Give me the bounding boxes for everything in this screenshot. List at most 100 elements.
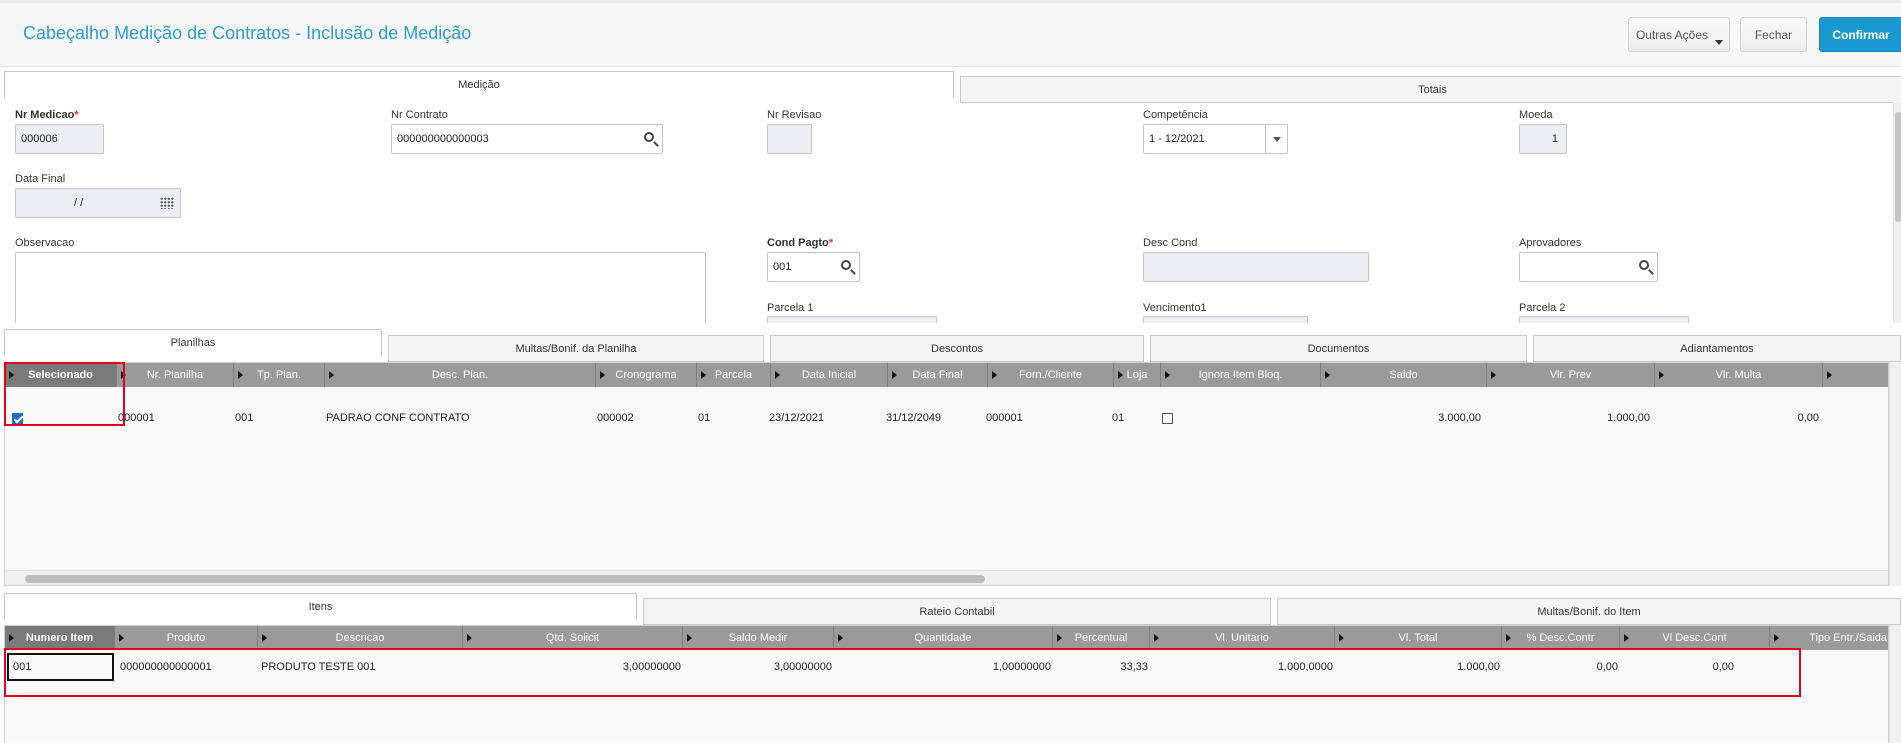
col-vl-unitario[interactable]: Vl. Unitario [1150, 626, 1335, 650]
col-desc-contr[interactable]: % Desc.Contr [1502, 626, 1620, 650]
col-parcela[interactable]: Parcela [697, 363, 771, 387]
desc-cond-field[interactable] [1143, 252, 1369, 282]
fechar-button[interactable]: Fechar [1740, 17, 1807, 52]
cond-pagto-label-text: Cond Pagto [767, 237, 829, 249]
sort-arrow-icon [1774, 634, 1779, 642]
tab-documentos[interactable]: Documentos [1150, 335, 1527, 362]
col-label: Vlr. Prev [1549, 369, 1592, 381]
vencimento1-field[interactable] [1143, 316, 1308, 323]
parcela1-label: Parcela 1 [767, 302, 814, 314]
tab-rateio-contabil[interactable]: Rateio Contabil [643, 598, 1271, 625]
search-icon[interactable] [1639, 260, 1649, 270]
highlight-selecionado [4, 362, 125, 426]
planilhas-hscroll-thumb[interactable] [25, 575, 985, 583]
col-vl-total[interactable]: Vl. Total [1335, 626, 1502, 650]
sort-arrow-icon [9, 634, 14, 642]
nr-revisao-field[interactable] [767, 124, 812, 154]
sort-arrow-icon [1325, 371, 1330, 379]
parcela2-label: Parcela 2 [1519, 302, 1566, 314]
required-mark: * [828, 237, 833, 249]
col-data-inicial[interactable]: Data Inicial [771, 363, 888, 387]
ignora-cell[interactable] [1162, 404, 1173, 432]
outras-acoes-button[interactable]: Outras Ações [1628, 17, 1730, 52]
col-numero-item[interactable]: Numero Item [5, 626, 115, 650]
parcela1-field[interactable] [767, 316, 937, 323]
form-scrollbar[interactable] [1893, 102, 1901, 323]
sort-arrow-icon [238, 371, 243, 379]
tab-multas-planilha[interactable]: Multas/Bonif. da Planilha [388, 335, 764, 362]
checkbox-icon[interactable] [1162, 412, 1173, 424]
col-extra[interactable] [1823, 363, 1888, 387]
col-vlr-prev[interactable]: Vlr. Prev [1487, 363, 1655, 387]
col-forn-cliente[interactable]: Forn./Cliente [988, 363, 1114, 387]
tab-totais[interactable]: Totais [960, 76, 1901, 103]
search-icon[interactable] [644, 132, 654, 142]
col-desc-plan[interactable]: Desc. Plan. [325, 363, 596, 387]
medicao-form: Nr Medicao* 000006 Nr Contrato 000000000… [0, 102, 1893, 323]
sort-arrow-icon [1827, 371, 1832, 379]
tab-planilhas[interactable]: Planilhas [4, 329, 382, 356]
nr-contrato-value: 000000000000003 [397, 133, 489, 145]
planilhas-vscrollbar[interactable] [1889, 362, 1901, 586]
planilhas-hscrollbar[interactable] [5, 570, 1888, 585]
observacao-textarea[interactable] [15, 252, 706, 323]
tp-plan-cell: 001 [235, 412, 254, 424]
calendar-icon[interactable] [160, 197, 174, 209]
col-vlr-multa[interactable]: Vlr. Multa [1655, 363, 1823, 387]
col-label: Data Inicial [801, 369, 857, 381]
cond-pagto-label: Cond Pagto* [767, 237, 833, 249]
col-nr-planilha[interactable]: Nr. Planilha [117, 363, 234, 387]
col-label: Produto [166, 632, 206, 644]
tab-adiantamentos[interactable]: Adiantamentos [1533, 335, 1901, 362]
aprovadores-field[interactable] [1519, 252, 1658, 282]
data-final-field[interactable]: / / [15, 188, 181, 218]
col-label: Loja [1126, 369, 1148, 381]
competencia-select[interactable]: 1 - 12/2021 [1143, 124, 1288, 154]
col-label: Tipo Entr./Saida [1809, 632, 1887, 644]
nr-medicao-field[interactable]: 000006 [15, 124, 104, 154]
tab-descontos[interactable]: Descontos [770, 335, 1144, 362]
chevron-down-icon [1715, 40, 1723, 45]
col-data-final[interactable]: Data Final [888, 363, 988, 387]
tab-medicao[interactable]: Medição [4, 71, 954, 98]
parcela2-field[interactable] [1519, 316, 1689, 323]
col-saldo-medir[interactable]: Saldo Medir [683, 626, 834, 650]
nr-medicao-label-text: Nr Medicao [15, 109, 75, 121]
nr-contrato-field[interactable]: 000000000000003 [391, 124, 663, 154]
col-percentual[interactable]: Percentual [1053, 626, 1150, 650]
cronograma-cell: 000002 [597, 412, 634, 424]
confirmar-button[interactable]: Confirmar [1819, 17, 1901, 52]
col-descricao[interactable]: Descricao [258, 626, 463, 650]
col-quantidade[interactable]: Quantidade [834, 626, 1053, 650]
col-ignora-item-bloq[interactable]: Ignora Item Bloq. [1161, 363, 1321, 387]
dropdown-icon[interactable] [1265, 125, 1287, 153]
col-vl-desc-cont[interactable]: Vl Desc.Cont [1620, 626, 1770, 650]
itens-vscrollbar[interactable] [1889, 625, 1901, 743]
sort-arrow-icon [119, 634, 124, 642]
forn-cliente-cell: 000001 [986, 412, 1023, 424]
col-tp-plan[interactable]: Tp. Plan. [234, 363, 325, 387]
header-bar: Cabeçalho Medição de Contratos - Inclusã… [0, 3, 1901, 67]
itens-header: Numero Item Produto Descricao Qtd. Solic… [5, 626, 1888, 650]
tab-multas-item[interactable]: Multas/Bonif. do Item [1277, 598, 1901, 625]
col-tipo-entr-saida[interactable]: Tipo Entr./Saida [1770, 626, 1888, 650]
sort-arrow-icon [467, 634, 472, 642]
col-cronograma[interactable]: Cronograma [596, 363, 697, 387]
sort-arrow-icon [1506, 634, 1511, 642]
col-label: Vl. Unitario [1215, 632, 1269, 644]
sort-arrow-icon [1624, 634, 1629, 642]
moeda-field[interactable]: 1 [1519, 124, 1567, 154]
col-loja[interactable]: Loja [1114, 363, 1161, 387]
col-saldo[interactable]: Saldo [1321, 363, 1487, 387]
app-window: Cabeçalho Medição de Contratos - Inclusã… [0, 0, 1901, 743]
col-label: Saldo [1389, 369, 1418, 381]
col-produto[interactable]: Produto [115, 626, 258, 650]
cond-pagto-field[interactable]: 001 [767, 252, 860, 282]
form-scroll-thumb[interactable] [1895, 112, 1901, 222]
sort-arrow-icon [1339, 634, 1344, 642]
tab-itens[interactable]: Itens [4, 593, 637, 620]
col-qtd-solicit[interactable]: Qtd. Solicit [463, 626, 683, 650]
search-icon[interactable] [841, 260, 851, 270]
page-title: Cabeçalho Medição de Contratos - Inclusã… [23, 23, 472, 43]
table-row[interactable]: 000001 001 PADRAO CONF CONTRATO 000002 0… [5, 404, 1875, 432]
